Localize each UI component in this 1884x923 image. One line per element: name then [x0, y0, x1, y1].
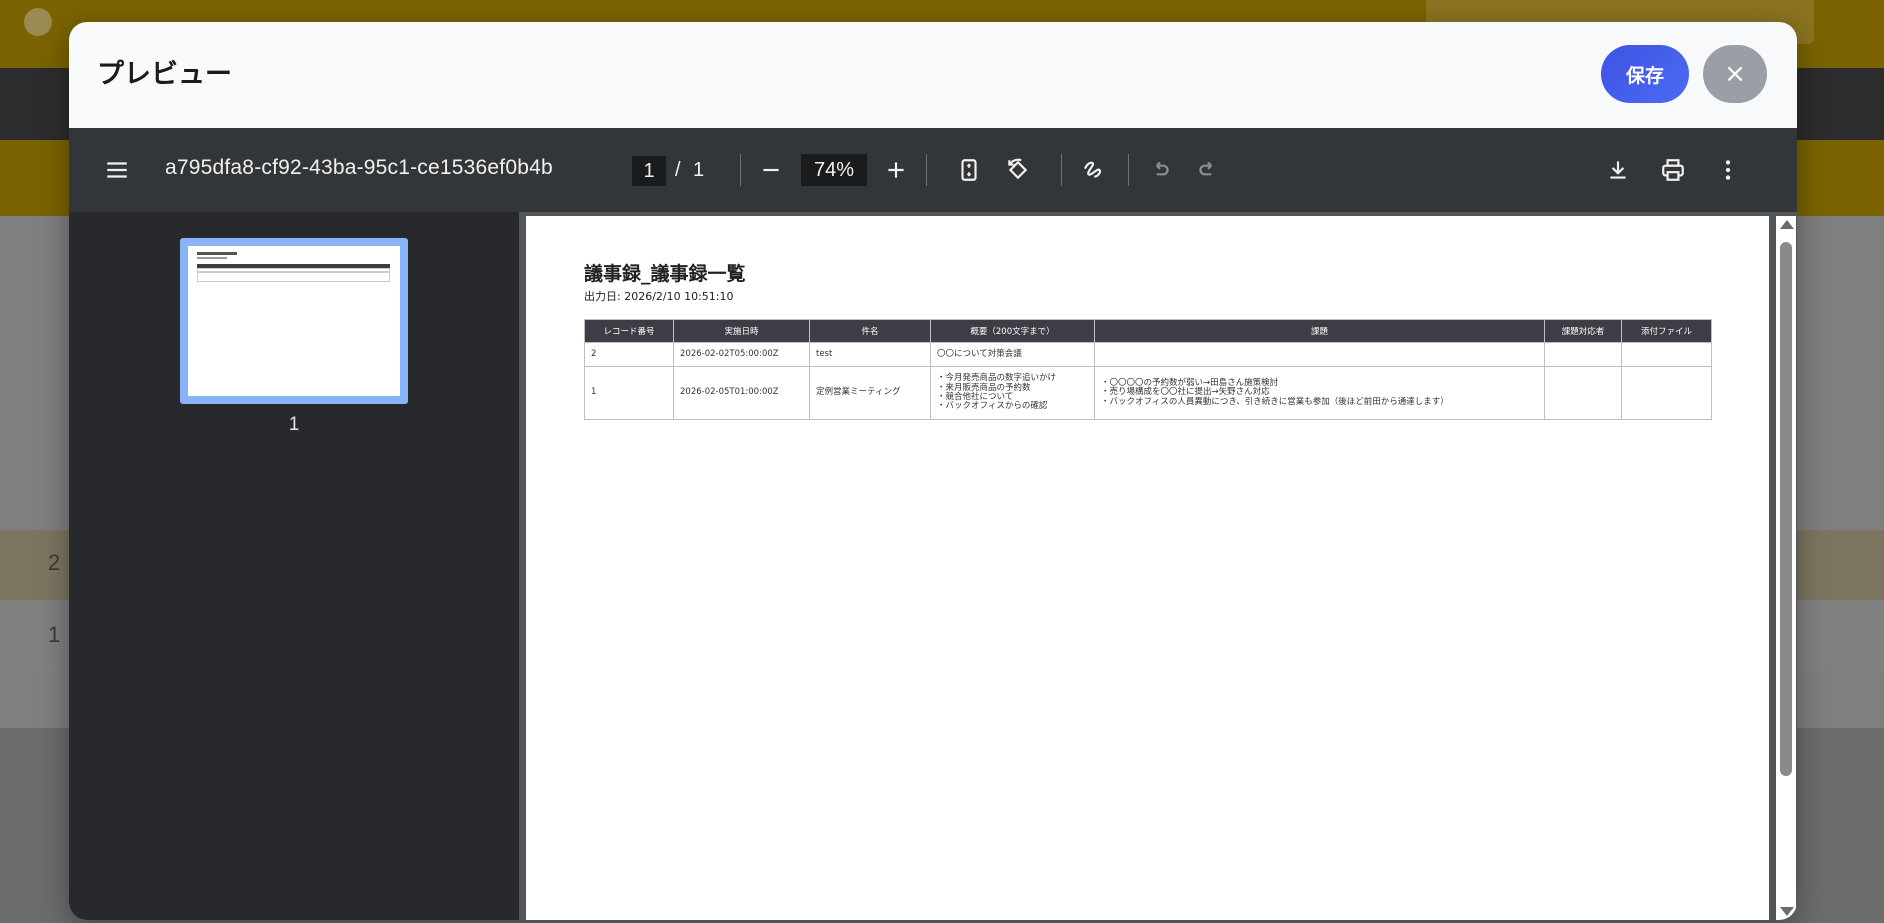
- header-assignee: 課題対応者: [1544, 319, 1622, 343]
- more-icon[interactable]: [1708, 150, 1748, 190]
- thumbnail-page-number: 1: [288, 414, 300, 435]
- cell-assignee: [1544, 366, 1622, 420]
- page-total: 1: [693, 159, 705, 181]
- zoom-in-icon[interactable]: [876, 150, 916, 190]
- scrollbar-thumb[interactable]: [1780, 242, 1792, 776]
- preview-modal: プレビュー 保存 × a795dfa8-cf92-43ba-95c1-ce153…: [69, 22, 1797, 920]
- cell-datetime: 2026-02-02T05:00:00Z: [673, 342, 810, 367]
- page-thumbnail[interactable]: [180, 238, 408, 404]
- cell-summary: ・今月発売商品の数字追いかけ ・来月販売商品の予約数 ・競合他社について ・バッ…: [930, 366, 1095, 420]
- pdf-viewer: a795dfa8-cf92-43ba-95c1-ce1536ef0b4b / 1: [69, 128, 1797, 920]
- header-subject: 件名: [809, 319, 931, 343]
- header-attachments: 添付ファイル: [1621, 319, 1712, 343]
- download-icon[interactable]: [1598, 150, 1638, 190]
- header-record-number: レコード番号: [584, 319, 674, 343]
- pdf-page: 議事録_議事録一覧 出力日: 2026/2/10 10:51:10 レコード番号…: [526, 216, 1769, 920]
- zoom-input[interactable]: [801, 154, 867, 186]
- cell-attachments: [1621, 366, 1712, 420]
- print-icon[interactable]: [1653, 150, 1693, 190]
- cell-assignee: [1544, 342, 1622, 367]
- cell-issues: [1094, 342, 1545, 367]
- page-number-input[interactable]: [632, 156, 666, 186]
- pdf-toolbar: a795dfa8-cf92-43ba-95c1-ce1536ef0b4b / 1: [69, 128, 1797, 212]
- cell-subject: test: [809, 342, 931, 367]
- fit-page-icon[interactable]: [949, 150, 989, 190]
- cell-issues: ・〇〇〇〇の予約数が弱い→田島さん施策検討 ・売り場構成を〇〇社に提出→矢野さん…: [1094, 366, 1545, 420]
- cell-datetime: 2026-02-05T01:00:00Z: [673, 366, 810, 420]
- row-number: 2: [48, 550, 61, 575]
- table-row: 1 2026-02-05T01:00:00Z 定例営業ミーティング ・今月発売商…: [584, 366, 1712, 420]
- table-row: 2 2026-02-02T05:00:00Z test 〇〇について対策会議: [584, 342, 1712, 367]
- header-issues: 課題: [1094, 319, 1545, 343]
- document-date: 出力日: 2026/2/10 10:51:10: [584, 290, 734, 303]
- cell-record-number: 1: [584, 366, 674, 420]
- annotate-icon[interactable]: [1074, 150, 1114, 190]
- cell-subject: 定例営業ミーティング: [809, 366, 931, 420]
- table-header-row: レコード番号 実施日時 件名 概要（200文字まで） 課題 課題対応者 添付ファ…: [584, 319, 1712, 343]
- header-summary: 概要（200文字まで）: [930, 319, 1095, 343]
- toolbar-divider: [740, 154, 741, 186]
- minutes-table: レコード番号 実施日時 件名 概要（200文字まで） 課題 課題対応者 添付ファ…: [584, 319, 1712, 420]
- toolbar-divider: [1128, 154, 1129, 186]
- document-area: 議事録_議事録一覧 出力日: 2026/2/10 10:51:10 レコード番号…: [519, 212, 1797, 920]
- undo-icon[interactable]: [1140, 150, 1180, 190]
- app-logo: [24, 8, 52, 36]
- header-datetime: 実施日時: [673, 319, 810, 343]
- zoom-out-icon[interactable]: [751, 150, 791, 190]
- menu-icon[interactable]: [97, 150, 137, 190]
- save-button[interactable]: 保存: [1601, 45, 1689, 103]
- modal-title: プレビュー: [97, 59, 232, 90]
- row-number: 1: [48, 622, 61, 647]
- page-separator: /: [675, 159, 681, 181]
- thumbnail-table-row: [197, 272, 390, 282]
- toolbar-divider: [1061, 154, 1062, 186]
- vertical-scrollbar[interactable]: [1776, 216, 1796, 920]
- toolbar-divider: [926, 154, 927, 186]
- redo-icon[interactable]: [1188, 150, 1228, 190]
- cell-summary: 〇〇について対策会議: [930, 342, 1095, 367]
- document-title: 議事録_議事録一覧: [584, 263, 746, 285]
- close-button[interactable]: ×: [1703, 45, 1767, 103]
- thumbnail-sidebar: 1: [69, 212, 519, 920]
- scroll-up-arrow-icon[interactable]: [1780, 220, 1794, 229]
- scroll-down-arrow-icon[interactable]: [1780, 907, 1794, 916]
- thumbnail-title-line: [197, 252, 237, 255]
- rotate-icon[interactable]: [998, 150, 1038, 190]
- thumbnail-subtitle-line: [197, 257, 227, 259]
- thumbnail-page: [188, 246, 400, 396]
- cell-record-number: 2: [584, 342, 674, 367]
- document-name: a795dfa8-cf92-43ba-95c1-ce1536ef0b4b: [165, 156, 553, 179]
- cell-attachments: [1621, 342, 1712, 367]
